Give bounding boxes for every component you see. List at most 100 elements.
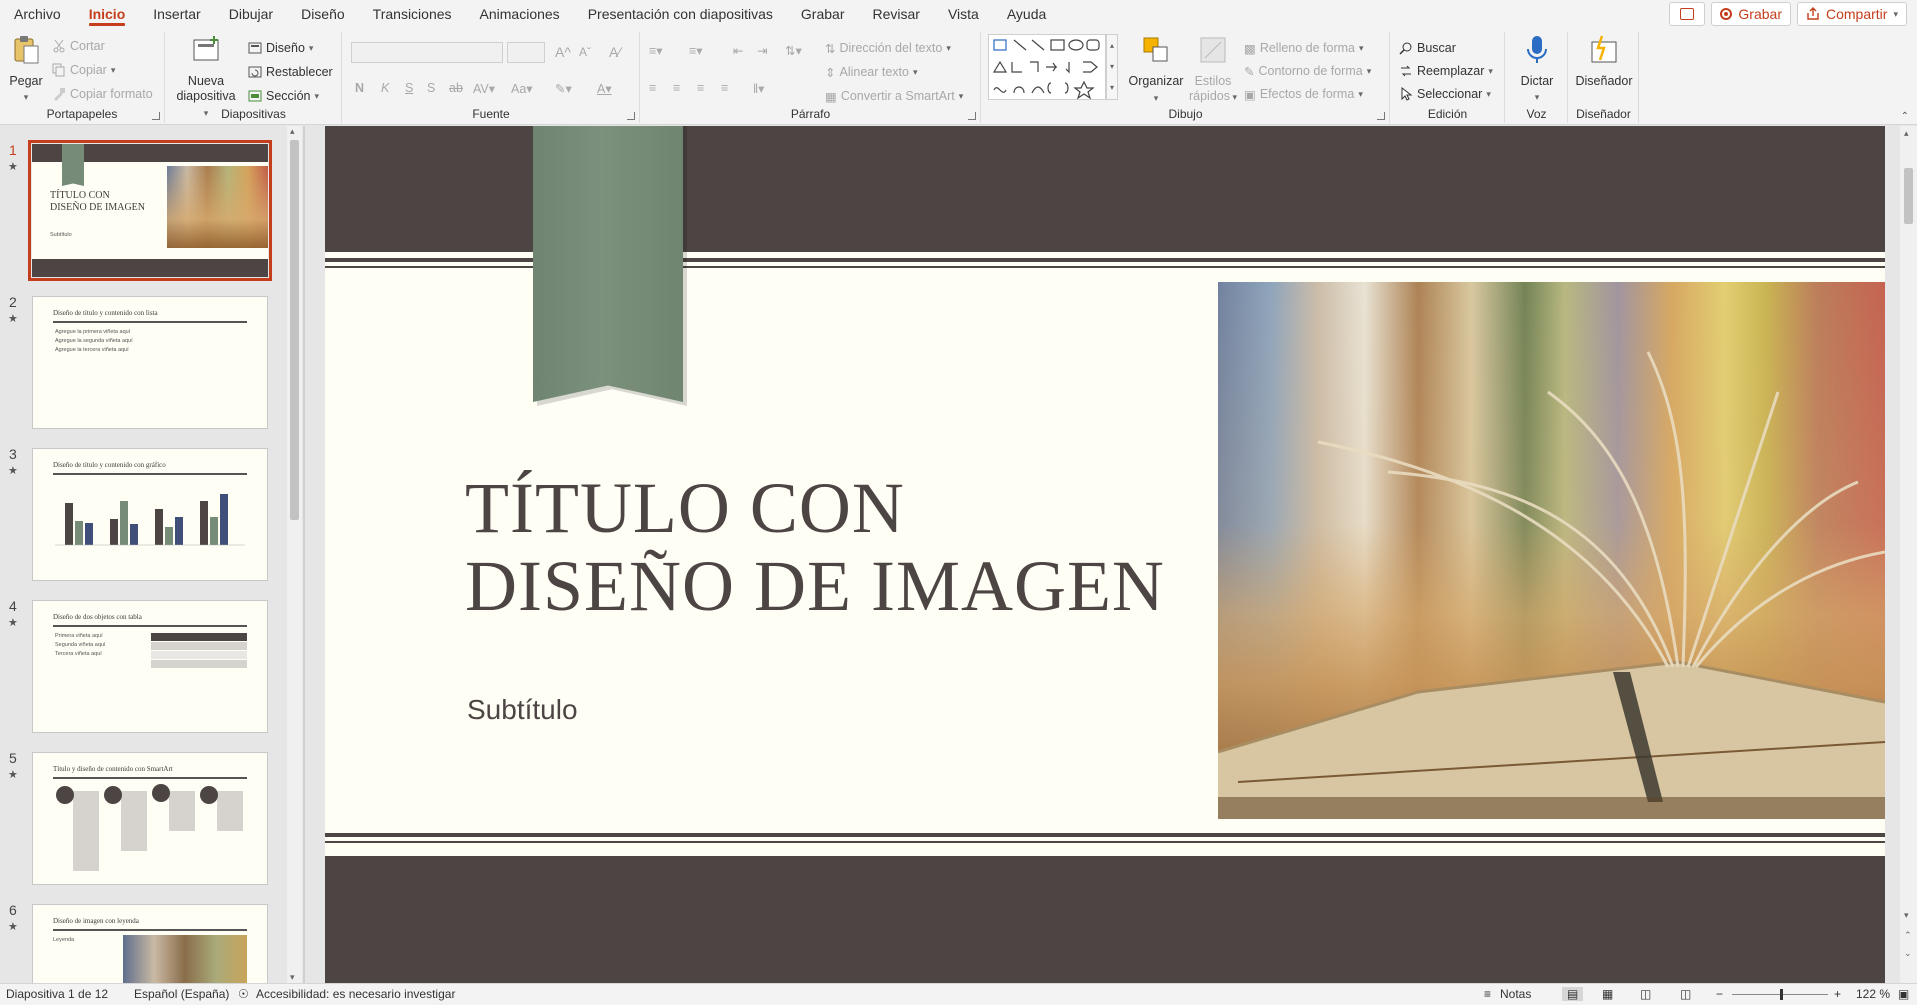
clear-format-icon[interactable]: A∕ [609, 42, 621, 62]
format-painter-button[interactable]: Copiar formato [52, 84, 153, 104]
thumbnail-slide-3[interactable]: Diseño de título y contenido con gráfico [32, 448, 268, 581]
tab-insertar[interactable]: Insertar [139, 0, 214, 28]
font-color-icon[interactable]: A▾ [597, 78, 612, 98]
previous-slide-icon[interactable]: ⌃ [1904, 930, 1912, 941]
underline-icon[interactable]: S [405, 78, 413, 98]
shrink-font-icon[interactable]: Aˇ [579, 42, 591, 62]
justify-icon[interactable]: ≡ [721, 78, 728, 98]
cut-button[interactable]: Cortar [52, 36, 105, 56]
slideshow-icon[interactable]: ◫ [1680, 987, 1691, 1001]
tab-animaciones[interactable]: Animaciones [466, 0, 574, 28]
pane-splitter[interactable] [303, 126, 305, 983]
columns-icon[interactable]: ‖▾ [753, 78, 764, 98]
layout-button[interactable]: Diseño [248, 38, 313, 58]
launcher-parrafo-icon[interactable] [968, 112, 976, 120]
fit-to-window-icon[interactable]: ▣ [1898, 987, 1909, 1001]
comments-button[interactable] [1669, 2, 1706, 26]
tab-ayuda[interactable]: Ayuda [993, 0, 1060, 28]
align-text-button[interactable]: ⇕ Alinear texto [825, 62, 918, 82]
thumbnail-slide-2[interactable]: Diseño de título y contenido con lista A… [32, 296, 268, 429]
tab-grabar[interactable]: Grabar [787, 0, 859, 28]
font-size-select[interactable] [507, 42, 545, 63]
strikethrough-icon[interactable]: ab [449, 78, 463, 98]
replace-button[interactable]: Reemplazar [1399, 61, 1493, 81]
grow-font-icon[interactable]: A^ [555, 42, 571, 62]
tab-dibujar[interactable]: Dibujar [215, 0, 287, 28]
launcher-dibujo-icon[interactable] [1377, 112, 1385, 120]
copy-button[interactable]: Copiar [52, 60, 115, 80]
section-button[interactable]: Sección [248, 86, 319, 106]
font-family-select[interactable] [351, 42, 503, 63]
shapes-scroll[interactable]: ▴ ▾ ▾ [1106, 34, 1118, 100]
numbering-icon[interactable]: ≡▾ [689, 40, 703, 60]
shape-fill-button[interactable]: ▩ Relleno de forma [1244, 38, 1364, 58]
paste-dropdown[interactable] [6, 89, 46, 105]
scroll-up-icon[interactable]: ▴ [290, 126, 295, 137]
tab-archivo[interactable]: Archivo [0, 0, 75, 28]
designer-button[interactable]: Diseñador [1573, 34, 1635, 89]
slide-title[interactable]: TÍTULO CON DISEÑO DE IMAGEN [465, 469, 1265, 625]
zoom-out-icon[interactable]: − [1716, 987, 1723, 1001]
tab-presentacion[interactable]: Presentación con diapositivas [574, 0, 787, 28]
case-icon[interactable]: Aa▾ [511, 78, 533, 98]
thumbnail-slide-5[interactable]: Título y diseño de contenido con SmartAr… [32, 752, 268, 885]
tab-diseno[interactable]: Diseño [287, 0, 359, 28]
notes-button[interactable]: Notas [1500, 987, 1531, 1001]
select-button[interactable]: Seleccionar [1399, 84, 1491, 104]
record-button[interactable]: Grabar [1711, 2, 1791, 26]
share-button[interactable]: Compartir ▾ [1797, 2, 1907, 26]
tab-revisar[interactable]: Revisar [859, 0, 934, 28]
scroll-up-icon[interactable]: ▴ [1904, 128, 1909, 139]
zoom-slider-thumb[interactable] [1780, 989, 1783, 1000]
thumbnails-scrollbar[interactable]: ▴ ▾ [287, 126, 302, 983]
thumbnail-slide-4[interactable]: Diseño de dos objetos con tabla Primera … [32, 600, 268, 733]
slide-canvas[interactable]: TÍTULO CON DISEÑO DE IMAGEN Subtítulo [325, 126, 1885, 983]
slide-subtitle[interactable]: Subtítulo [467, 694, 578, 726]
dictate-button[interactable]: Dictar [1512, 34, 1562, 105]
reset-button[interactable]: Restablecer [248, 62, 333, 82]
line-spacing-icon[interactable]: ⇅▾ [785, 40, 802, 60]
normal-view-icon[interactable]: ▤ [1562, 987, 1584, 1001]
next-slide-icon[interactable]: ⌄ [1904, 948, 1912, 959]
thumbnail-slide-1[interactable]: TÍTULO CON DISEÑO DE IMAGEN Subtítulo [28, 140, 272, 281]
align-left-icon[interactable]: ≡ [649, 78, 656, 98]
slide-scroll-thumb[interactable] [1904, 168, 1913, 224]
tab-inicio[interactable]: Inicio [75, 0, 140, 28]
dictate-dropdown[interactable] [1512, 89, 1562, 105]
tab-transiciones[interactable]: Transiciones [359, 0, 466, 28]
slide-green-ribbon[interactable] [533, 126, 683, 402]
zoom-in-icon[interactable]: + [1834, 987, 1841, 1001]
scroll-down-icon[interactable]: ▾ [290, 972, 295, 983]
shape-effects-button[interactable]: ▣ Efectos de forma [1244, 84, 1363, 104]
collapse-ribbon-icon[interactable]: ⌃ [1901, 111, 1909, 122]
italic-icon[interactable]: K [381, 78, 389, 98]
chevron-down-icon[interactable]: ▾ [1893, 9, 1898, 20]
align-center-icon[interactable]: ≡ [673, 78, 680, 98]
spacing-icon[interactable]: AV▾ [473, 78, 495, 98]
quick-styles-button[interactable]: Estilos rápidos [1188, 34, 1238, 105]
shadow-icon[interactable]: S [427, 78, 435, 98]
bullets-icon[interactable]: ≡▾ [649, 40, 663, 60]
find-button[interactable]: Buscar [1399, 38, 1456, 58]
reading-view-icon[interactable]: ◫ [1640, 987, 1651, 1001]
arrange-button[interactable]: Organizar [1128, 34, 1184, 106]
launcher-fuente-icon[interactable] [627, 112, 635, 120]
slide-sorter-icon[interactable]: ▦ [1602, 987, 1613, 1001]
accessibility-status[interactable]: Accesibilidad: es necesario investigar [256, 987, 455, 1001]
scroll-down-icon[interactable]: ▾ [1904, 910, 1909, 921]
shapes-gallery[interactable] [988, 34, 1106, 100]
shape-outline-button[interactable]: ✎ Contorno de forma [1244, 61, 1371, 81]
highlight-icon[interactable]: ✎▾ [555, 78, 572, 98]
bold-icon[interactable]: N [355, 78, 364, 98]
increase-indent-icon[interactable]: ⇥ [757, 40, 767, 60]
language-indicator[interactable]: Español (España) [134, 987, 229, 1001]
launcher-portapapeles-icon[interactable] [152, 112, 160, 120]
slide-book-photo[interactable] [1218, 282, 1885, 819]
smartart-button[interactable]: ▦ Convertir a SmartArt [825, 86, 963, 106]
decrease-indent-icon[interactable]: ⇤ [733, 40, 743, 60]
align-right-icon[interactable]: ≡ [697, 78, 704, 98]
zoom-level[interactable]: 122 % [1856, 987, 1890, 1001]
paste-button[interactable]: Pegar [6, 34, 46, 105]
tab-vista[interactable]: Vista [934, 0, 993, 28]
thumbnails-scroll-thumb[interactable] [290, 140, 299, 520]
